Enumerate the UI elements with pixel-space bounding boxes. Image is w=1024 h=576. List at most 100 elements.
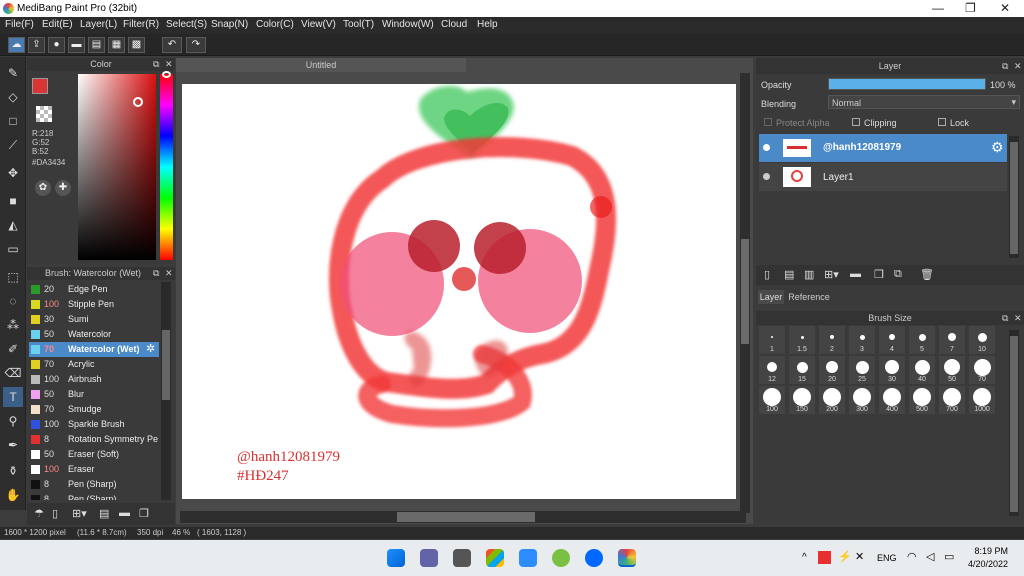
zalo-icon[interactable] (585, 549, 603, 567)
document-tab[interactable]: Untitled (176, 58, 466, 72)
brush-size-option[interactable]: 400 (879, 386, 905, 414)
blending-select[interactable]: Normal ▾ (828, 95, 1020, 109)
gradient-tool-icon[interactable]: ▭ (3, 239, 23, 259)
brush-size-option[interactable]: 1.5 (789, 326, 815, 354)
brush-size-option[interactable]: 3 (849, 326, 875, 354)
clock-date[interactable]: 4/20/2022 (962, 559, 1008, 569)
teams-icon[interactable] (420, 549, 438, 567)
brush-size-option[interactable]: 1 (759, 326, 785, 354)
menu-layer[interactable]: Layer(L) (80, 19, 117, 30)
brush-cloud-icon[interactable]: ☂ (31, 507, 47, 521)
brush-item[interactable]: 100 Eraser (29, 462, 159, 477)
protect-alpha-checkbox[interactable] (764, 118, 772, 126)
brush-size-option[interactable]: 30 (879, 356, 905, 384)
tray-icon[interactable]: ⚡ (838, 550, 852, 563)
brush-item[interactable]: 50 Watercolor (29, 327, 159, 342)
lasso-icon[interactable]: ◌ (3, 291, 23, 311)
saturation-value-picker[interactable] (78, 74, 156, 260)
merge-layer-icon[interactable]: ⧉ (894, 268, 902, 281)
menu-snap[interactable]: Snap(N) (211, 19, 248, 30)
layer-folder-icon[interactable]: ▬ (850, 268, 861, 280)
menu-window[interactable]: Window(W) (382, 19, 434, 30)
new-layer-8bit-icon[interactable]: ▤ (784, 268, 794, 281)
brush-settings-icon[interactable]: ✲ (146, 342, 155, 357)
canvas-hscroll[interactable] (180, 511, 746, 523)
duplicate-layer-icon[interactable]: ❐ (874, 268, 884, 281)
fill-rect-tool-icon[interactable]: ■ (3, 191, 23, 211)
volume-icon[interactable]: ◁ (926, 550, 934, 563)
hand-tool-icon[interactable]: ✋ (3, 485, 23, 505)
brush-size-option[interactable]: 7 (939, 326, 965, 354)
visibility-icon[interactable] (763, 144, 770, 151)
select-pen-icon[interactable]: ✐ (3, 339, 23, 359)
brush-item[interactable]: 8 Rotation Symmetry Pe (29, 432, 159, 447)
folder-icon[interactable]: ▬ (119, 507, 133, 521)
brush-size-option[interactable]: 20 (819, 356, 845, 384)
brush-size-option[interactable]: 10 (969, 326, 995, 354)
text-tool-icon[interactable]: T (3, 387, 23, 407)
lock-checkbox[interactable] (938, 118, 946, 126)
operation-tool-icon[interactable]: ⚲ (3, 411, 23, 431)
move-tool-icon[interactable]: ✥ (3, 163, 23, 183)
brush-item[interactable]: 8 Pen (Sharp) (29, 492, 159, 500)
hue-slider[interactable] (160, 74, 173, 260)
brush-size-option[interactable]: 25 (849, 356, 875, 384)
close-icon[interactable]: ✕ (165, 268, 173, 279)
eyedropper-icon[interactable]: ⚱ (3, 461, 23, 481)
brush-size-option[interactable]: 70 (969, 356, 995, 384)
brush-item[interactable]: 20 Edge Pen (29, 282, 159, 297)
comment-alt-icon[interactable]: ▬ (68, 37, 85, 53)
bucket-tool-icon[interactable]: ◭ (3, 215, 23, 235)
float-icon[interactable]: ⧉ (1002, 313, 1008, 324)
magic-wand-icon[interactable]: ⁂ (3, 315, 23, 335)
page-icon[interactable]: ▤ (88, 37, 105, 53)
menu-file[interactable]: File(F) (5, 19, 34, 30)
upload-icon[interactable]: ⇪ (28, 37, 45, 53)
canvas-hscroll-thumb[interactable] (397, 512, 535, 522)
grid-icon[interactable]: ▩ (128, 37, 145, 53)
maximize-button[interactable]: ❐ (965, 1, 976, 15)
brush-size-option[interactable]: 100 (759, 386, 785, 414)
brush-item[interactable]: 8 Pen (Sharp) (29, 477, 159, 492)
visibility-icon[interactable] (763, 173, 770, 180)
rect-tool-icon[interactable]: □ (3, 111, 23, 131)
close-icon[interactable]: ✕ (1014, 61, 1022, 72)
brush-size-option[interactable]: 1000 (969, 386, 995, 414)
pages-icon[interactable]: ▦ (108, 37, 125, 53)
brush-size-option[interactable]: 12 (759, 356, 785, 384)
line-tool-icon[interactable]: ⟋ (3, 135, 23, 155)
brush-size-option[interactable]: 300 (849, 386, 875, 414)
menu-cloud[interactable]: Cloud (441, 19, 467, 30)
layer-scrollbar-thumb[interactable] (1010, 142, 1018, 254)
brush-size-option[interactable]: 4 (879, 326, 905, 354)
float-icon[interactable]: ⧉ (153, 268, 159, 279)
add-layer-menu-icon[interactable]: ⊞▾ (824, 268, 839, 281)
select-eraser-icon[interactable]: ⌫ (3, 363, 23, 383)
brush-size-option[interactable]: 200 (819, 386, 845, 414)
brush-item[interactable]: 100 Stipple Pen (29, 297, 159, 312)
close-icon[interactable]: ✕ (165, 59, 173, 70)
brush-size-scrollbar[interactable] (1009, 330, 1019, 516)
hue-handle[interactable] (162, 71, 171, 78)
brush-size-scrollbar-thumb[interactable] (1010, 336, 1018, 512)
menu-select[interactable]: Select(S) (166, 19, 207, 30)
drawing-canvas[interactable]: @hanh12081979 #HĐ247 (182, 84, 736, 499)
brush-size-option[interactable]: 15 (789, 356, 815, 384)
opacity-slider[interactable] (828, 78, 986, 90)
medibang-icon[interactable] (618, 549, 636, 567)
wifi-icon[interactable]: ◠ (907, 550, 917, 563)
select-rect-icon[interactable]: ⬚ (3, 267, 23, 287)
brush-item[interactable]: 100 Sparkle Brush (29, 417, 159, 432)
copy-icon[interactable]: ❐ (139, 507, 153, 521)
foreground-color-swatch[interactable] (32, 78, 48, 94)
brush-size-option[interactable]: 150 (789, 386, 815, 414)
brush-size-option[interactable]: 500 (909, 386, 935, 414)
brush-tool-icon[interactable]: ✎ (3, 63, 23, 83)
tray-app-icon[interactable] (818, 551, 831, 564)
new-layer-icon[interactable]: ▯ (764, 268, 770, 281)
menu-color[interactable]: Color(C) (256, 19, 294, 30)
redo-icon[interactable]: ↷ (186, 37, 206, 53)
close-icon[interactable]: ✕ (1014, 313, 1022, 324)
tab-reference[interactable]: Reference (786, 290, 832, 304)
language-indicator[interactable]: ENG (877, 553, 897, 563)
